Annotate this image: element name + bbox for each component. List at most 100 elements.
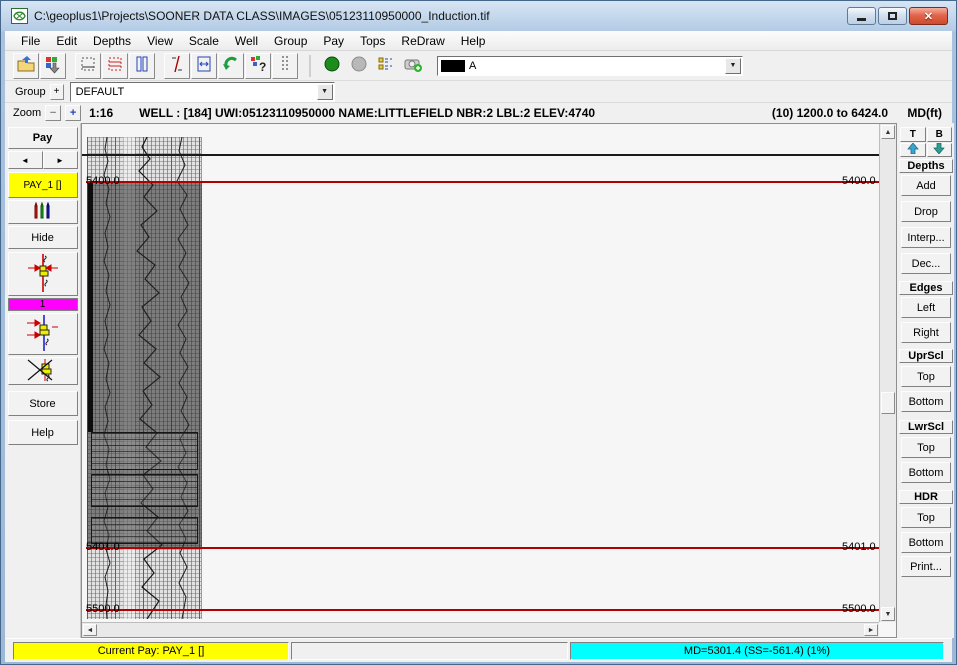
horizontal-scrollbar[interactable]: ◄ ► [82, 622, 879, 637]
lwrscl-bottom-button[interactable]: Bottom [901, 462, 951, 483]
group-bar: Group + DEFAULT ▼ [5, 81, 952, 102]
depth-line-5400[interactable]: 5400.0 5400.0 [86, 181, 882, 183]
green-circle-icon [323, 55, 341, 76]
depths-drop-button[interactable]: Drop [901, 201, 951, 222]
slant-line-icon [167, 54, 187, 77]
toolbar: ? A ▼ [5, 51, 952, 81]
pay-next-button[interactable]: ► [43, 151, 78, 169]
store-button[interactable]: Store [8, 391, 78, 416]
log-canvas[interactable]: 5400.0 5400.0 5401.0 5401.0 5500.0 5500.… [81, 123, 897, 638]
undo-button[interactable] [218, 53, 244, 79]
scroll-down-page-button[interactable] [927, 143, 953, 157]
pick-interval-button[interactable] [8, 313, 78, 355]
group-add-button[interactable]: + [50, 84, 64, 100]
crayons-button[interactable] [8, 200, 78, 224]
hide-button[interactable]: Hide [8, 226, 78, 249]
fit-width-button[interactable] [191, 53, 217, 79]
vertical-split-button[interactable] [129, 53, 155, 79]
box-top-edge-icon [78, 54, 98, 77]
scroll-right-icon[interactable]: ► [864, 624, 878, 636]
menu-file[interactable]: File [13, 32, 48, 50]
scroll-up-icon[interactable]: ▲ [881, 125, 895, 139]
minimize-button[interactable] [847, 7, 876, 25]
depths-dec-button[interactable]: Dec... [901, 253, 951, 274]
menu-help[interactable]: Help [453, 32, 494, 50]
slant-line-button[interactable] [164, 53, 190, 79]
delete-pick-button[interactable] [8, 357, 78, 385]
window-title: C:\geoplus1\Projects\SOONER DATA CLASS\I… [34, 9, 490, 23]
section-header-lwrscl: LwrScl [899, 420, 953, 434]
menu-pay[interactable]: Pay [315, 32, 352, 50]
depth-line-5401[interactable]: 5401.0 5401.0 [86, 547, 882, 549]
help-button[interactable]: Help [8, 420, 78, 445]
undo-icon [221, 54, 241, 77]
svg-text:?: ? [259, 60, 266, 74]
log-header-block [91, 517, 198, 544]
layer-combobox[interactable]: A ▼ [437, 56, 743, 76]
cursor-position-status: MD=5301.4 (SS=-561.4) (1%) [570, 642, 944, 660]
pay-prev-button[interactable]: ◄ [8, 151, 43, 169]
box-red-edge-button[interactable] [102, 53, 128, 79]
status-on-button[interactable] [319, 53, 345, 79]
menu-group[interactable]: Group [266, 32, 315, 50]
close-button[interactable]: ✕ [909, 7, 948, 25]
group-combo-dropdown-icon[interactable]: ▼ [317, 84, 333, 100]
vertical-split-icon [132, 54, 152, 77]
menu-well[interactable]: Well [227, 32, 266, 50]
uprscl-top-button[interactable]: Top [901, 366, 951, 387]
edges-right-button[interactable]: Right [901, 322, 951, 343]
depth-label-right: 5400.0 [842, 175, 876, 187]
vertical-scroll-thumb[interactable] [881, 392, 895, 414]
list-options-button[interactable] [373, 53, 399, 79]
group-combobox[interactable]: DEFAULT ▼ [70, 82, 335, 102]
depth-label-left: 5400.0 [86, 175, 120, 187]
zoom-in-button[interactable]: + [65, 105, 81, 121]
open-image-button[interactable] [13, 53, 39, 79]
lwrscl-top-button[interactable]: Top [901, 437, 951, 458]
menu-edit[interactable]: Edit [48, 32, 85, 50]
app-icon [11, 8, 28, 24]
scroll-left-icon[interactable]: ◄ [83, 624, 97, 636]
pay-number-badge[interactable]: 1 [8, 298, 78, 311]
pick-pay-button[interactable] [8, 252, 78, 296]
scroll-up-page-button[interactable] [900, 143, 926, 157]
titlebar[interactable]: C:\geoplus1\Projects\SOONER DATA CLASS\I… [1, 1, 956, 31]
save-image-button[interactable] [40, 53, 66, 79]
print-button[interactable]: Print... [901, 556, 951, 577]
current-pay-button[interactable]: PAY_1 [] [8, 172, 78, 198]
go-bottom-button[interactable]: B [927, 127, 953, 142]
depths-interp-button[interactable]: Interp... [901, 227, 951, 248]
open-image-icon [16, 54, 36, 77]
dotted-strip-button[interactable] [272, 53, 298, 79]
edges-left-button[interactable]: Left [901, 297, 951, 318]
layer-combo-dropdown-icon[interactable]: ▼ [725, 58, 741, 74]
menu-view[interactable]: View [139, 32, 181, 50]
restore-button[interactable] [878, 7, 907, 25]
uprscl-bottom-button[interactable]: Bottom [901, 391, 951, 412]
depths-add-button[interactable]: Add [901, 175, 951, 196]
depth-label-left: 5500.0 [86, 603, 120, 615]
menu-redraw[interactable]: ReDraw [393, 32, 452, 50]
pick-pay-icon [18, 254, 68, 295]
group-label: Group [15, 86, 46, 98]
menu-tops[interactable]: Tops [352, 32, 393, 50]
status-off-button[interactable] [346, 53, 372, 79]
depth-range-wrap: (10) 1200.0 to 6424.0 MD(ft) [772, 106, 942, 120]
info-bar: Zoom − + 1:16 WELL : [184] UWI:051231109… [5, 102, 952, 123]
section-header-uprscl: UprScl [899, 349, 953, 363]
box-top-edge-button[interactable] [75, 53, 101, 79]
window-body: File Edit Depths View Scale Well Group P… [5, 31, 952, 660]
hdr-bottom-button[interactable]: Bottom [901, 532, 951, 553]
depth-line-5500[interactable]: 5500.0 5500.0 [86, 609, 882, 611]
menu-scale[interactable]: Scale [181, 32, 227, 50]
menu-depths[interactable]: Depths [85, 32, 139, 50]
scroll-down-icon[interactable]: ▼ [881, 607, 895, 621]
capture-add-button[interactable] [400, 53, 426, 79]
go-top-button[interactable]: T [900, 127, 926, 142]
zoom-out-button[interactable]: − [45, 105, 61, 121]
hdr-top-button[interactable]: Top [901, 507, 951, 528]
pay-button[interactable]: Pay [8, 127, 78, 149]
color-help-button[interactable]: ? [245, 53, 271, 79]
vertical-scrollbar[interactable]: ▲ ▼ [879, 124, 896, 622]
window-controls: ✕ [847, 7, 948, 25]
